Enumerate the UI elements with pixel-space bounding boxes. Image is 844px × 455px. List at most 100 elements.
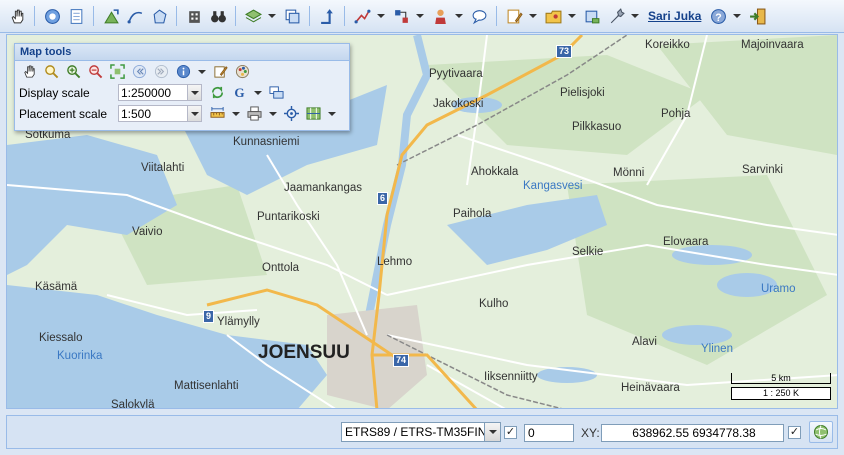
map-label: Vaivio [132,226,163,238]
info-dropdown[interactable] [173,62,209,82]
chevron-down-icon [254,90,262,95]
display-scale-select[interactable]: 1:250000 [118,84,202,101]
help-dropdown[interactable]: ? [707,5,744,27]
chevron-down-icon [416,14,424,18]
layers-dropdown[interactable] [242,5,279,27]
help-icon: ? [707,5,729,27]
placement-scale-value: 1:500 [121,106,152,121]
map-label: Pielisjoki [560,87,605,99]
map-label: Selkie [572,246,604,258]
map-label: Heinävaara [621,382,680,394]
tolerance-field[interactable]: 0 [524,424,574,442]
map-tools-icon-row [15,61,349,82]
map-tools-window[interactable]: Map tools Display scale 1:250000 G Place… [14,43,350,131]
previous-extent-icon[interactable] [129,62,150,82]
route-arrow-icon[interactable] [316,5,338,27]
edit-dropdown[interactable] [503,5,540,27]
map-label: Puntarikoski [257,211,320,223]
zoom-icon[interactable] [41,62,62,82]
ruler-dropdown[interactable] [207,104,243,124]
color-palette-icon[interactable] [232,62,253,82]
status-bar: ETRS89 / ETRS-TM35FIN ✓ 0 XY: 638962.55 … [6,415,838,449]
google-dropdown[interactable]: G [229,83,265,103]
track-cursor-checkbox[interactable]: ✓ [788,426,801,439]
display-scale-value: 1:250000 [121,85,172,100]
map-label: Elovaara [663,236,709,248]
line-tool-icon[interactable] [124,5,146,27]
refresh-icon[interactable] [207,83,228,103]
coordinate-system-select[interactable]: ETRS89 / ETRS-TM35FIN [341,422,501,442]
pan-hand-icon[interactable] [6,5,28,27]
globe-icon [814,425,828,439]
chevron-down-icon [377,14,385,18]
pan-hand-icon[interactable] [19,62,40,82]
svg-text:?: ? [715,11,721,23]
copy-icon[interactable] [281,5,303,27]
users-dropdown[interactable] [429,5,466,27]
windows-icon[interactable] [266,83,287,103]
road-number: 9 [203,310,215,323]
map-label: Ahokkala [471,166,519,178]
toolbar-separator [309,6,310,26]
map-label: Pyytivaara [429,68,483,80]
polygon-tool-icon[interactable] [148,5,170,27]
chevron-down-icon[interactable] [484,423,500,441]
map-label: Pilkkasuo [572,121,622,133]
placement-scale-select[interactable]: 1:500 [118,105,202,122]
zoom-in-icon[interactable] [63,62,84,82]
measure-icon [351,5,373,27]
tools-dropdown[interactable] [605,5,642,27]
chevron-down-icon [529,14,537,18]
binoculars-icon[interactable] [207,5,229,27]
map-label: Ylämylly [217,316,260,328]
edit-document-icon [503,5,525,27]
measure-dropdown[interactable] [351,5,388,27]
building-icon[interactable] [183,5,205,27]
edit-note-icon[interactable] [210,62,231,82]
chevron-down-icon[interactable] [187,106,201,121]
chevron-down-icon [455,14,463,18]
wrench-icon [605,5,627,27]
map-label: Onttola [262,262,300,274]
logout-icon[interactable] [746,5,768,27]
toolbar-separator [496,6,497,26]
chevron-down-icon [328,111,336,116]
coordinate-system-value: ETRS89 / ETRS-TM35FIN [345,425,484,439]
full-extent-icon[interactable] [107,62,128,82]
add-point-icon[interactable] [100,5,122,27]
xy-coordinate-field[interactable]: 638962.55 6934778.38 [601,424,784,442]
map-label: Majoinvaara [741,39,804,51]
zoom-out-icon[interactable] [85,62,106,82]
map-label: Alavi [632,336,657,348]
document-icon[interactable] [65,5,87,27]
next-extent-icon[interactable] [151,62,172,82]
folder-dropdown[interactable] [542,5,579,27]
user-name-link[interactable]: Sari Juka [648,9,701,23]
map-label-water: Kangasvesi [523,180,583,192]
map-layers-dropdown[interactable] [303,104,339,124]
globe-button[interactable] [809,421,833,443]
speech-bubble-icon[interactable] [468,5,490,27]
map-tools-title[interactable]: Map tools [15,44,349,61]
map-label-water: Kuorinka [57,350,103,362]
chevron-down-icon [198,69,206,74]
toolbar-separator [235,6,236,26]
display-scale-label: Display scale [19,85,90,100]
snap-checkbox[interactable]: ✓ [504,426,517,439]
database-icon[interactable] [581,5,603,27]
map-label-water: Uramo [761,283,796,295]
chevron-down-icon [268,14,276,18]
scale-km-label: 5 km [731,373,831,384]
printer-icon [244,104,265,124]
toolbar-separator [344,6,345,26]
analysis-icon [390,5,412,27]
analysis-dropdown[interactable] [390,5,427,27]
folder-user-icon [542,5,564,27]
locate-icon[interactable] [281,104,302,124]
map-label: Iiksenniitty [484,371,538,383]
chevron-down-icon [568,14,576,18]
chevron-down-icon[interactable] [187,85,201,100]
target-icon[interactable] [41,5,63,27]
scale-bar: 5 km 1 : 250 K [731,373,831,400]
print-dropdown[interactable] [244,104,280,124]
